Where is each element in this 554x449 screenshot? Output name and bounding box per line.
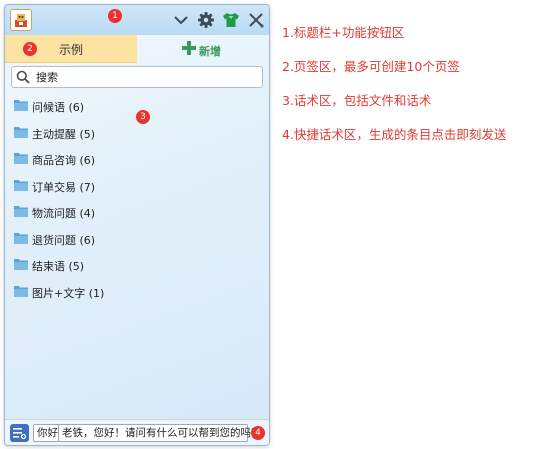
folder-item[interactable]: 退货问题 (6) xyxy=(5,226,269,253)
search-input[interactable] xyxy=(36,69,256,85)
shirt-skin-icon[interactable] xyxy=(222,11,240,29)
folder-item[interactable]: 物流问题 (4) xyxy=(5,199,269,226)
folder-icon xyxy=(14,259,28,270)
folder-label: 问候语 (6) xyxy=(32,101,85,114)
app-logo-icon xyxy=(10,9,32,31)
annotation-title-bar: 1.标题栏+功能按钮区 xyxy=(282,25,405,40)
marker-content-area: 3 xyxy=(136,110,150,124)
folder-icon xyxy=(14,100,28,111)
chevron-down-icon[interactable] xyxy=(172,11,190,29)
folder-label: 图片+文字 (1) xyxy=(32,286,105,300)
annotation-quick-bar: 4.快捷话术区，生成的条目点击即刻发送 xyxy=(282,127,507,142)
folder-icon xyxy=(14,206,28,217)
folder-item[interactable]: 订单交易 (7) xyxy=(5,173,269,200)
folder-item[interactable]: 结束语 (5) xyxy=(5,252,269,279)
quick-phrase-greeting[interactable]: 老铁，您好！请问有什么可以帮到您的吗？ xyxy=(58,424,262,442)
folder-icon xyxy=(14,232,28,244)
folder-icon xyxy=(14,179,28,191)
gear-icon[interactable] xyxy=(197,11,215,29)
marker-tab-bar: 2 xyxy=(23,42,37,56)
folder-item[interactable]: 主动提醒 (5) xyxy=(5,120,269,147)
annotation-content-area: 3.话术区，包括文件和话术 xyxy=(282,93,432,108)
quick-phrase-bar: 你好 老铁，您好！请问有什么可以帮到您的吗？ 4 xyxy=(5,419,269,445)
add-tab-button[interactable]: 新增 xyxy=(137,35,269,63)
screenshot-canvas: 1 示例 2 新增 搜索 问候语 (6) 主动提醒 (5) 商品咨询 (6) 订… xyxy=(0,0,554,449)
folder-icon xyxy=(14,285,28,297)
phrase-assistant-window: 1 示例 2 新增 搜索 问候语 (6) 主动提醒 (5) 商品咨询 (6) 订… xyxy=(4,4,270,446)
folder-label: 主动提醒 (5) xyxy=(32,127,96,141)
folder-icon xyxy=(14,153,28,164)
add-tab-label: 新增 xyxy=(199,45,221,58)
folder-label: 商品咨询 (6) xyxy=(32,154,96,167)
search-box xyxy=(11,66,263,88)
marker-quick-bar: 4 xyxy=(251,426,265,440)
search-icon xyxy=(16,70,30,84)
close-icon[interactable] xyxy=(247,11,265,29)
title-bar: 1 xyxy=(5,5,269,35)
folder-label: 订单交易 (7) xyxy=(32,180,96,194)
tab-bar: 示例 2 新增 xyxy=(5,35,269,63)
folder-label: 退货问题 (6) xyxy=(32,233,96,247)
quick-phrase-manage-button[interactable] xyxy=(10,424,29,442)
folder-label: 结束语 (5) xyxy=(32,260,85,273)
folder-label: 物流问题 (4) xyxy=(32,207,96,220)
folder-item[interactable]: 商品咨询 (6) xyxy=(5,146,269,173)
list-edit-icon xyxy=(13,428,27,440)
annotation-tab-bar: 2.页签区，最多可创建10个页签 xyxy=(282,59,460,74)
plus-icon xyxy=(182,41,196,55)
folder-item[interactable]: 图片+文字 (1) xyxy=(5,279,269,306)
phrase-folder-list: 问候语 (6) 主动提醒 (5) 商品咨询 (6) 订单交易 (7) 物流问题 … xyxy=(5,93,269,305)
folder-icon xyxy=(14,126,28,138)
marker-title-bar: 1 xyxy=(108,9,122,23)
